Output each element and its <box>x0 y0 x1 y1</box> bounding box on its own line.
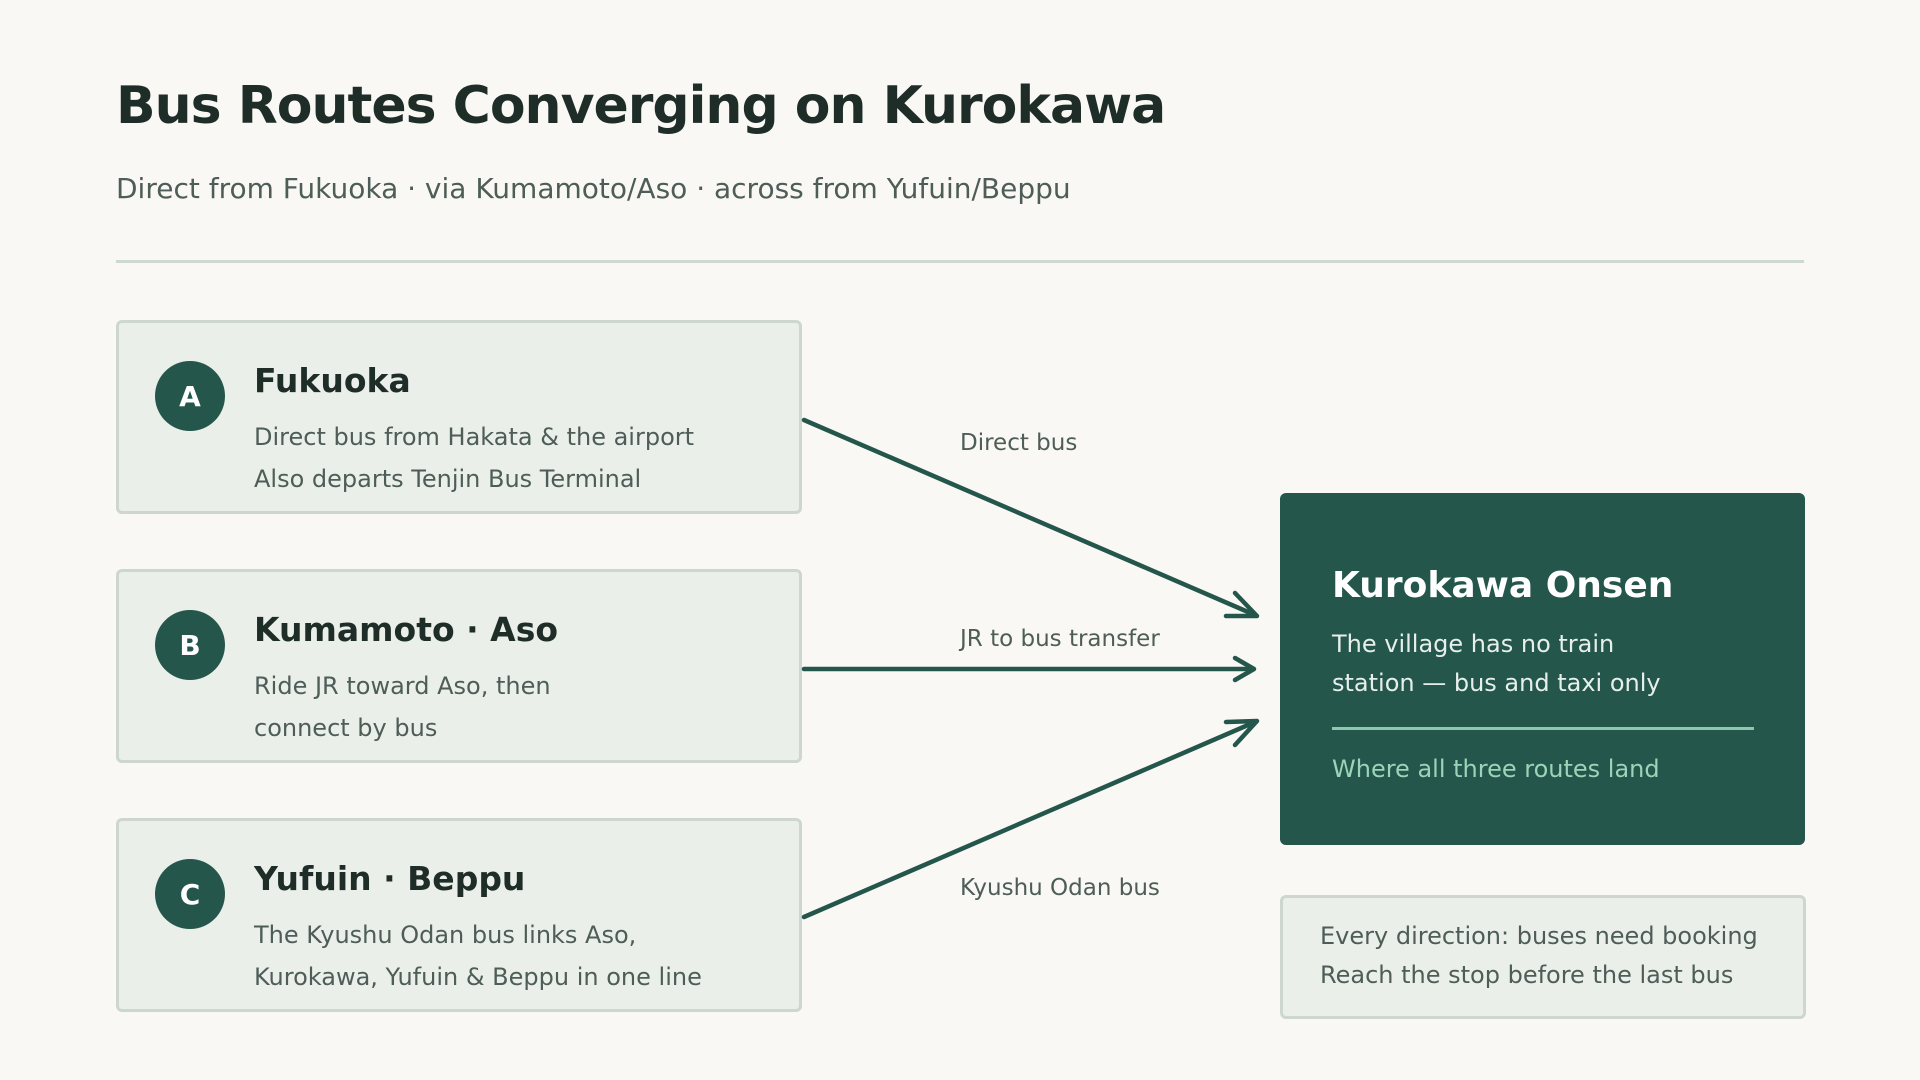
destination-description: station — bus and taxi only <box>1332 669 1661 697</box>
destination-card: Kurokawa Onsen The village has no train … <box>1280 493 1805 845</box>
destination-note: Where all three routes land <box>1332 755 1660 783</box>
route-label-jr-transfer: JR to bus transfer <box>960 626 1160 652</box>
booking-info-line: Reach the stop before the last bus <box>1320 961 1734 989</box>
destination-divider <box>1332 727 1754 730</box>
destination-title: Kurokawa Onsen <box>1332 565 1674 606</box>
destination-description: The village has no train <box>1332 630 1615 658</box>
booking-info-line: Every direction: buses need booking <box>1320 922 1758 950</box>
route-label-direct-bus: Direct bus <box>960 430 1078 456</box>
route-label-kyushu-odan: Kyushu Odan bus <box>960 875 1160 901</box>
route-arrow-jr-transfer <box>801 655 1257 683</box>
booking-info-card: Every direction: buses need booking Reac… <box>1280 895 1806 1019</box>
